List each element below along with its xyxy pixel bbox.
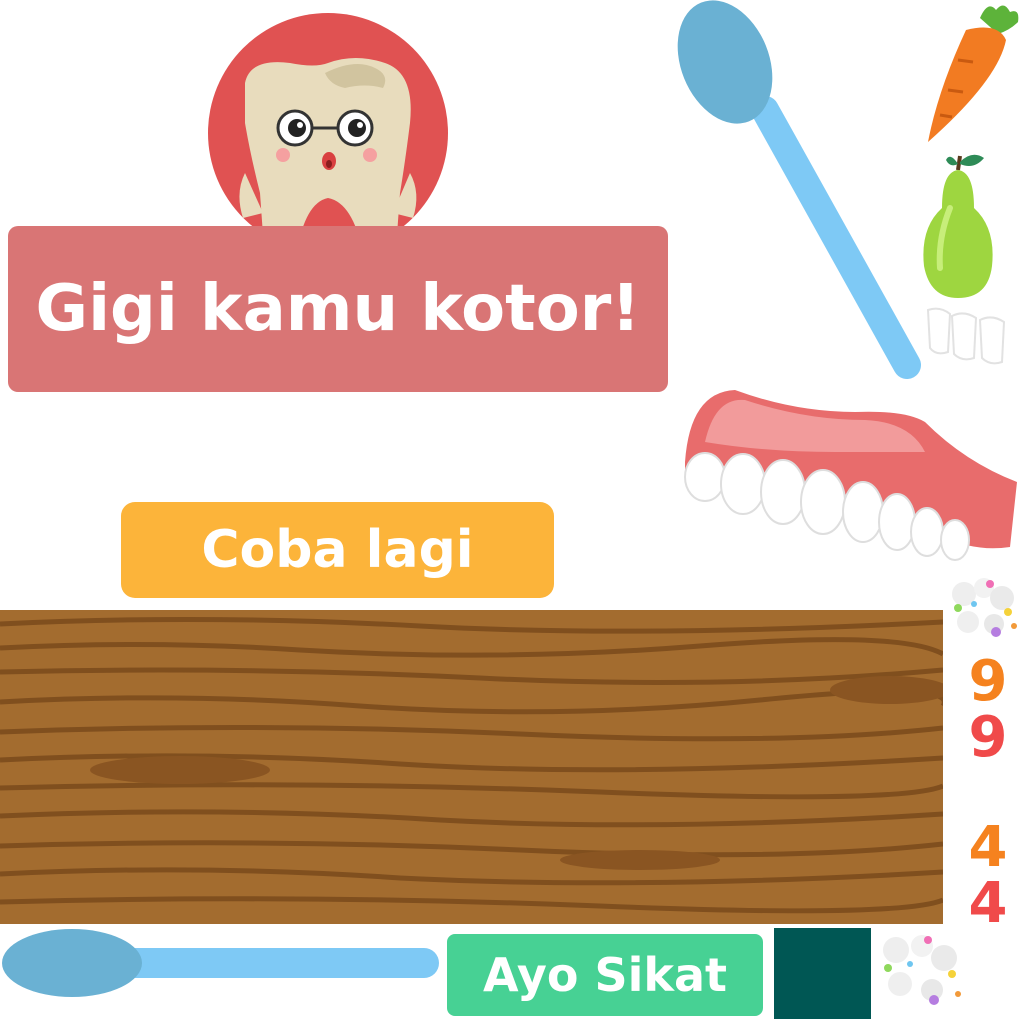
digit-bottom-red: 4 xyxy=(968,871,1008,936)
tooth-character-avatar xyxy=(208,13,448,253)
small-teeth-icon xyxy=(926,307,1006,365)
gums-teeth-icon xyxy=(684,390,1017,561)
sparkle-bubbles-small-icon xyxy=(883,935,961,1005)
retry-button-label: Coba lagi xyxy=(201,520,474,580)
wood-board xyxy=(0,610,943,924)
carrot-icon xyxy=(928,5,1019,143)
result-message-banner: Gigi kamu kotor! xyxy=(8,226,668,392)
retry-button[interactable]: Coba lagi xyxy=(121,502,554,598)
pear-icon xyxy=(923,154,993,298)
start-brushing-button[interactable]: Ayo Sikat xyxy=(447,934,763,1016)
sparkle-bubbles-icon xyxy=(952,578,1017,637)
toothbrush-diagonal-icon xyxy=(677,0,921,379)
start-brushing-label: Ayo Sikat xyxy=(482,948,728,1002)
digit-top-orange: 9 xyxy=(968,649,1008,714)
result-message-text: Gigi kamu kotor! xyxy=(35,272,641,346)
dark-teal-tile xyxy=(774,928,871,1019)
toothbrush-horizontal-icon xyxy=(2,929,439,997)
digit-bottom-orange: 4 xyxy=(968,815,1008,880)
digit-top-red: 9 xyxy=(968,705,1008,770)
